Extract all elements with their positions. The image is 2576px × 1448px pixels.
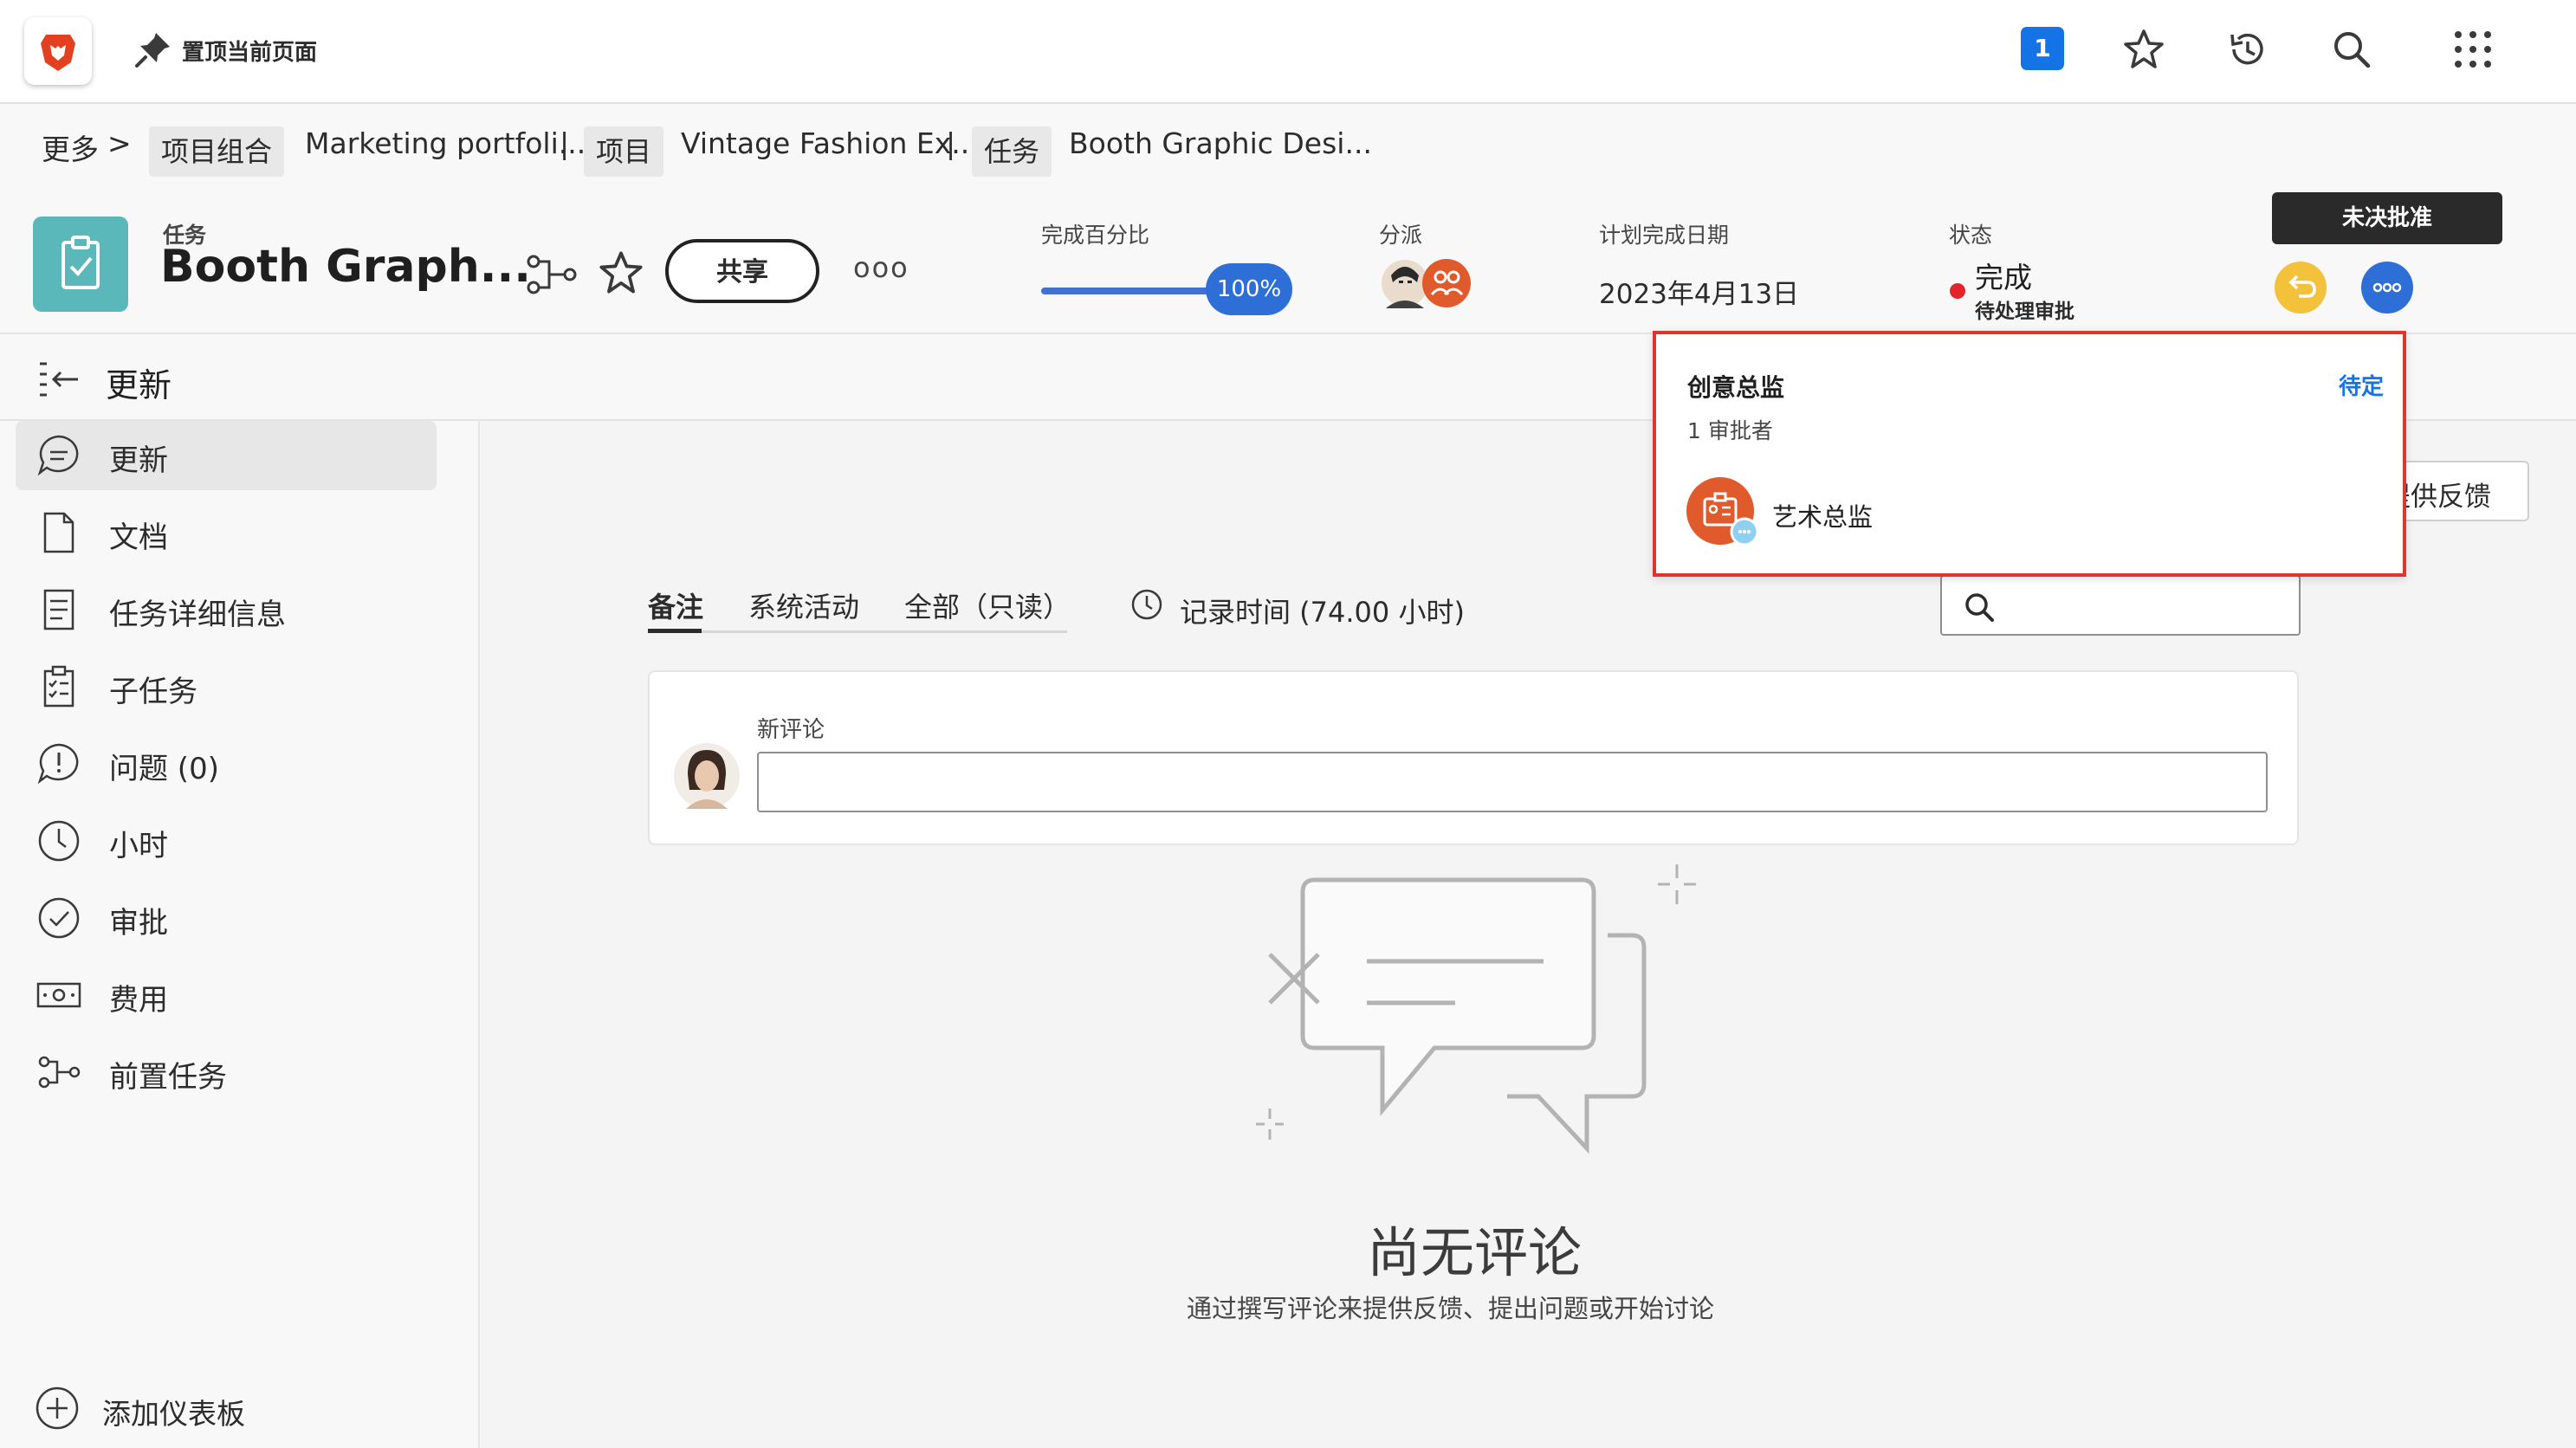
pin-icon[interactable]: [133, 29, 173, 69]
sidebar: 更新 文档 任务详细信息 子任务 问题 (0) 小时 审批 费用 前置任务 添加…: [0, 421, 480, 1448]
sidebar-item-label: 小时: [109, 829, 168, 863]
breadcrumb-project-link[interactable]: Vintage Fashion Ex...: [681, 126, 979, 160]
progress-fill: [1041, 288, 1214, 294]
task-header: 任务 Booth Graph... 共享 ooo 完成百分比 100% 分派 计…: [0, 201, 2576, 334]
tab-all-readonly[interactable]: 全部（只读）: [904, 585, 1071, 625]
tab-active-indicator: [648, 629, 702, 633]
pin-page-label[interactable]: 置顶当前页面: [182, 35, 317, 67]
approval-stage-name: 创意总监: [1687, 373, 1785, 402]
sidebar-item-documents[interactable]: 文档: [16, 498, 437, 567]
app-logo[interactable]: [24, 17, 92, 85]
comment-input[interactable]: [757, 752, 2268, 812]
comment-bubble-icon: [37, 435, 79, 476]
sidebar-item-label: 审批: [109, 906, 168, 941]
sidebar-item-expenses[interactable]: 费用: [16, 960, 437, 1030]
sidebar-item-label: 更新: [109, 443, 168, 478]
history-icon[interactable]: [2225, 28, 2269, 71]
tab-system-activity[interactable]: 系统活动: [748, 585, 859, 625]
sidebar-item-updates[interactable]: 更新: [16, 421, 437, 490]
money-icon: [36, 982, 81, 1008]
pending-approval-tooltip: 未决批准: [2272, 192, 2502, 244]
new-comment-label: 新评论: [757, 717, 825, 743]
favorite-star-icon[interactable]: [598, 249, 644, 296]
empty-state-description: 通过撰写评论来提供反馈、提出问题或开始讨论: [1187, 1294, 1715, 1323]
status-dot-icon: [1950, 283, 1965, 299]
breadcrumb-task-tag: 任务: [972, 126, 1052, 177]
sidebar-item-label: 问题 (0): [109, 752, 219, 786]
sidebar-item-label: 文档: [109, 520, 168, 555]
breadcrumb-separator: >: [107, 126, 132, 160]
approval-popover: 创意总监 待定 1 审批者 艺术总监: [1653, 331, 2406, 577]
breadcrumb-task-link[interactable]: Booth Graphic Desi...: [1069, 126, 1372, 160]
favorite-star-icon[interactable]: [2122, 28, 2165, 71]
check-circle-icon: [38, 897, 80, 939]
breadcrumb: 更多 > 项目组合 Marketing portfoli... | 项目 Vin…: [0, 104, 2576, 201]
breadcrumb-divider: |: [946, 126, 956, 160]
add-circle-icon: [36, 1387, 79, 1430]
sidebar-item-label: 费用: [109, 983, 168, 1018]
breadcrumb-divider: |: [560, 126, 570, 160]
share-button[interactable]: 共享: [665, 239, 819, 303]
approver-name[interactable]: 艺术总监: [1772, 497, 1873, 533]
add-dashboard-button[interactable]: 添加仪表板: [35, 1382, 416, 1434]
search-input[interactable]: [1940, 575, 2301, 636]
assignment-label: 分派: [1379, 223, 1423, 248]
page-title: Booth Graph...: [160, 241, 531, 293]
document-icon: [43, 512, 74, 553]
status-value[interactable]: 完成: [1975, 255, 2032, 296]
due-date-label: 计划完成日期: [1599, 223, 1730, 248]
more-options-button[interactable]: ooo: [853, 251, 909, 284]
status-label: 状态: [1949, 223, 1993, 248]
details-list-icon: [43, 589, 74, 630]
top-bar: 置顶当前页面 1: [0, 0, 2576, 104]
panel-heading: 更新: [106, 366, 172, 404]
approval-status-badge: 待定: [2339, 374, 2385, 400]
job-role-avatar-icon: [1686, 477, 1759, 546]
sidebar-item-issues[interactable]: 问题 (0): [16, 729, 437, 798]
status-subtext: 待处理审批: [1975, 301, 2074, 323]
breadcrumb-portfolio-tag: 项目组合: [149, 126, 285, 177]
empty-comments-illustration: [1256, 864, 1696, 1154]
empty-state-title: 尚无评论: [1367, 1221, 1582, 1284]
clock-icon: [38, 820, 80, 862]
breadcrumb-project-tag: 项目: [584, 126, 664, 177]
logged-time-link[interactable]: 记录时间 (74.00 小时): [1180, 591, 1465, 630]
sidebar-item-label: 子任务: [109, 675, 197, 709]
lion-logo-icon: [41, 35, 75, 71]
team-avatar-icon[interactable]: [1421, 256, 1472, 310]
subtask-clipboard-icon: [43, 665, 74, 708]
percent-complete-label: 完成百分比: [1041, 223, 1150, 248]
sidebar-item-predecessors[interactable]: 前置任务: [16, 1038, 437, 1107]
breadcrumb-more[interactable]: 更多: [42, 126, 99, 168]
search-icon: [1965, 593, 1994, 622]
tab-notes[interactable]: 备注: [648, 585, 703, 625]
percent-complete-value[interactable]: 100%: [1206, 263, 1292, 315]
clock-icon: [1131, 589, 1162, 620]
tab-track: [648, 630, 1067, 633]
due-date-value[interactable]: 2023年4月13日: [1599, 272, 1799, 311]
app-grid-icon[interactable]: [2453, 29, 2493, 69]
dependency-icon[interactable]: [527, 253, 579, 296]
breadcrumb-portfolio-link[interactable]: Marketing portfoli...: [305, 126, 586, 160]
collapse-panel-icon[interactable]: [38, 360, 81, 398]
avatar: [674, 743, 740, 809]
add-dashboard-label: 添加仪表板: [102, 1397, 245, 1431]
task-type-icon: [33, 217, 128, 312]
notification-badge[interactable]: 1: [2021, 27, 2064, 70]
sidebar-item-label: 前置任务: [109, 1060, 227, 1095]
sidebar-item-approvals[interactable]: 审批: [16, 883, 437, 953]
sidebar-item-subtasks[interactable]: 子任务: [16, 652, 437, 721]
issue-bubble-icon: [37, 743, 79, 785]
recall-approval-icon[interactable]: [2273, 260, 2328, 315]
sidebar-item-hours[interactable]: 小时: [16, 806, 437, 876]
approval-more-icon[interactable]: [2359, 260, 2415, 315]
approver-count: 1 审批者: [1687, 418, 1773, 443]
dependency-icon: [38, 1056, 81, 1089]
sidebar-item-task-details[interactable]: 任务详细信息: [16, 575, 437, 644]
sidebar-item-label: 任务详细信息: [109, 598, 286, 632]
clipboard-check-icon: [61, 236, 100, 289]
search-icon[interactable]: [2330, 28, 2373, 71]
